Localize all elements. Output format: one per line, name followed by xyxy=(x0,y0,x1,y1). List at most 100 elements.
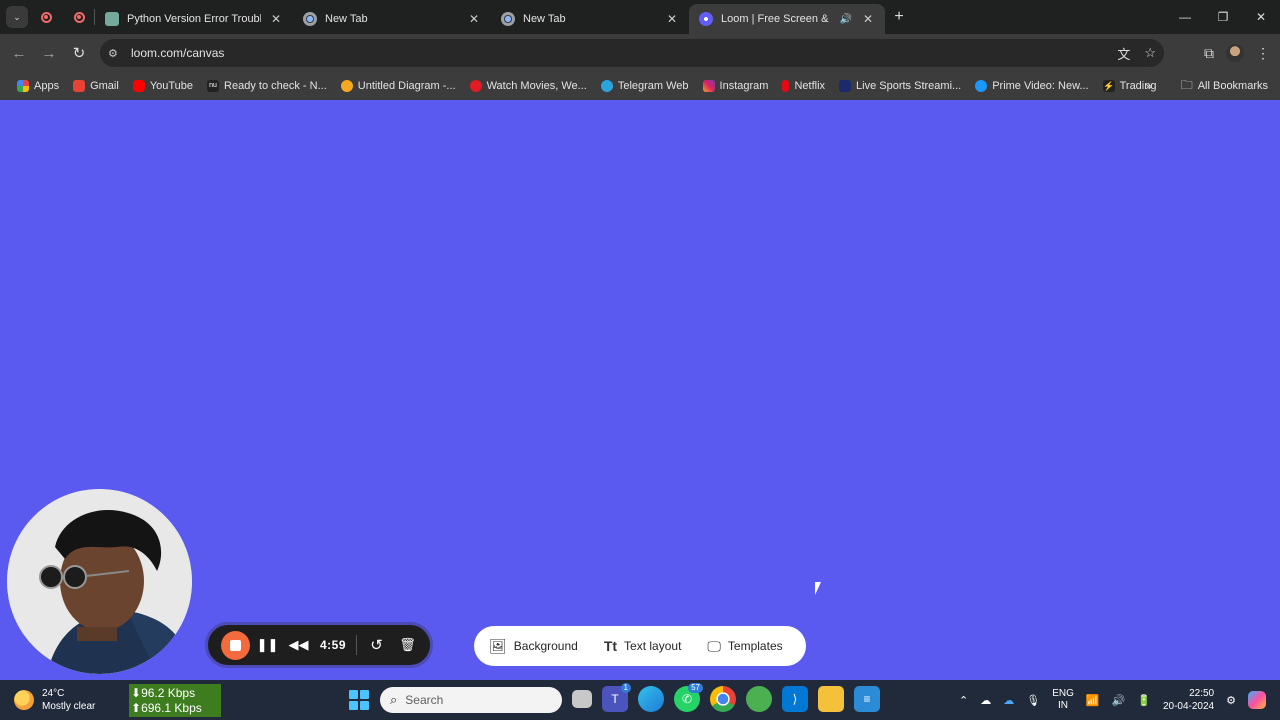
menu-icon[interactable]: ⋮ xyxy=(1256,45,1270,62)
onedrive-icon[interactable]: ☁ xyxy=(1003,694,1014,707)
pause-button[interactable]: ❚❚ xyxy=(252,637,283,653)
close-icon[interactable]: ✕ xyxy=(861,12,875,26)
close-window-button[interactable]: ✕ xyxy=(1242,0,1280,34)
clock[interactable]: 22:50 20-04-2024 xyxy=(1163,687,1214,713)
tab-title: New Tab xyxy=(325,13,368,25)
bookmark-prime-video[interactable]: Prime Video: New... xyxy=(968,80,1095,92)
url-text: loom.com/canvas xyxy=(131,46,225,60)
bookmark-label: Apps xyxy=(34,80,60,92)
taskbar-search[interactable]: ⌕ Search xyxy=(380,687,562,713)
settings-gear-icon[interactable]: ⚙ xyxy=(1226,694,1236,707)
show-hidden-icons-chevron-icon[interactable]: ⌃ xyxy=(959,694,968,707)
download-speed: 96.2 Kbps xyxy=(141,686,196,700)
bookmark-label: Prime Video: New... xyxy=(992,80,1089,92)
address-bar[interactable]: ⚙ loom.com/canvas 文 ☆ xyxy=(100,39,1164,67)
tab-search-button[interactable]: ⌄ xyxy=(6,6,28,28)
bookmark-apps[interactable]: Apps xyxy=(10,80,66,92)
more-bookmarks-chevron-icon[interactable]: » xyxy=(1138,79,1160,93)
battery-icon[interactable]: 🔋 xyxy=(1137,694,1151,707)
bookmark-netflix[interactable]: Netflix xyxy=(775,80,832,92)
notepad-icon[interactable]: ≡ xyxy=(854,686,880,712)
controls-divider xyxy=(356,635,358,655)
whatsapp-icon[interactable]: ✆ 57 xyxy=(674,683,703,712)
bookmark-watch-movies[interactable]: Watch Movies, We... xyxy=(463,80,594,92)
task-view-icon[interactable] xyxy=(572,690,592,708)
windows-start-icon[interactable] xyxy=(349,690,369,710)
restore-button[interactable]: ❐ xyxy=(1204,0,1242,34)
stop-recording-button[interactable] xyxy=(221,630,250,660)
chrome-taskbar-icon[interactable] xyxy=(710,686,736,712)
bookmark-youtube[interactable]: YouTube xyxy=(126,80,200,92)
close-icon[interactable]: ✕ xyxy=(665,12,679,26)
camera-bubble[interactable] xyxy=(7,489,192,674)
all-bookmarks-button[interactable]: 🗀 All Bookmarks xyxy=(1174,76,1280,97)
tab-new-tab-2[interactable]: New Tab ✕ xyxy=(491,4,689,34)
site-info-icon[interactable]: ⚙ xyxy=(108,47,122,60)
extensions-icon[interactable]: ⧉ xyxy=(1204,45,1214,62)
bookmark-label: Watch Movies, We... xyxy=(486,80,587,92)
text-layout-option[interactable]: Tt Text layout xyxy=(604,638,682,654)
volume-icon[interactable]: 🔊 xyxy=(1112,694,1126,707)
speaker-icon[interactable]: 🔊 xyxy=(839,14,853,25)
pinned-tab-recording-2[interactable] xyxy=(64,0,94,34)
record-icon xyxy=(40,11,52,23)
new-tab-button[interactable]: + xyxy=(885,8,913,26)
weather-temp: 24°C xyxy=(42,688,65,699)
delete-button[interactable]: 🗑 xyxy=(392,637,423,653)
profile-avatar[interactable] xyxy=(1226,44,1244,62)
monitor-icon: 🖵 xyxy=(707,637,721,654)
chrome-icon xyxy=(501,12,515,26)
file-explorer-icon[interactable] xyxy=(818,686,844,712)
bookmark-untitled-diagram[interactable]: Untitled Diagram -... xyxy=(334,80,463,92)
reload-button[interactable]: ↻ xyxy=(64,38,94,68)
tab-loom[interactable]: Loom | Free Screen & Video 🔊 ✕ xyxy=(689,4,885,34)
forward-button[interactable]: → xyxy=(34,38,64,68)
close-icon[interactable]: ✕ xyxy=(467,12,481,26)
image-icon: 🖼 xyxy=(489,637,507,654)
cloud-icon[interactable]: ☁ xyxy=(980,694,991,707)
tab-title: New Tab xyxy=(523,13,566,25)
close-icon[interactable]: ✕ xyxy=(269,12,283,26)
teams-icon[interactable]: T1 xyxy=(602,683,631,712)
copilot-icon[interactable] xyxy=(1248,691,1266,709)
bookmark-label: Ready to check - N... xyxy=(224,80,327,92)
apps-grid-icon xyxy=(17,80,29,92)
loom-canvas[interactable] xyxy=(0,100,1280,680)
bookmark-ready-to-check[interactable]: nu Ready to check - N... xyxy=(200,80,334,92)
bookmark-live-sports[interactable]: Live Sports Streami... xyxy=(832,80,968,92)
tab-new-tab-1[interactable]: New Tab ✕ xyxy=(293,4,491,34)
recording-controls: ❚❚ ◀◀ 4:59 ↺ 🗑 xyxy=(205,622,433,668)
text-size-icon: Tt xyxy=(603,638,618,654)
bookmark-label: YouTube xyxy=(149,80,194,92)
bookmark-instagram[interactable]: Instagram xyxy=(696,80,776,92)
instagram-icon xyxy=(702,80,715,92)
language-indicator[interactable]: ENG IN xyxy=(1052,688,1074,712)
pinned-tab-recording-1[interactable] xyxy=(28,0,64,34)
chrome-icon xyxy=(303,12,317,26)
tab-python-error[interactable]: Python Version Error Troublesh ✕ xyxy=(95,4,293,34)
translate-icon[interactable]: 文 xyxy=(1117,44,1130,63)
recording-timer: 4:59 xyxy=(320,638,347,652)
minimize-button[interactable]: — xyxy=(1166,0,1204,34)
toolbar-right-actions: ⧉ ⋮ xyxy=(1204,34,1280,72)
templates-option[interactable]: 🖵 Templates xyxy=(707,638,782,655)
wifi-icon[interactable]: 📶 xyxy=(1086,694,1100,707)
back-button[interactable]: ← xyxy=(4,38,34,68)
bookmark-label: Gmail xyxy=(90,80,119,92)
weather-widget[interactable]: 24°C Mostly clear xyxy=(14,680,95,720)
spring-tool-icon[interactable] xyxy=(746,686,772,712)
bookmark-gmail[interactable]: Gmail xyxy=(66,80,126,92)
telegram-icon xyxy=(600,80,613,92)
rewind-button[interactable]: ◀◀ xyxy=(283,637,314,653)
bookmark-telegram[interactable]: Telegram Web xyxy=(594,80,696,92)
webcam-person-image xyxy=(7,489,192,674)
clock-time: 22:50 xyxy=(1189,688,1215,699)
chevron-down-icon: ⌄ xyxy=(13,11,21,22)
bookmark-star-icon[interactable]: ☆ xyxy=(1144,45,1156,61)
microphone-icon[interactable]: 🎙 xyxy=(1026,694,1040,707)
background-option[interactable]: 🖼 Background xyxy=(489,638,578,655)
vscode-icon[interactable]: ⟩ xyxy=(782,686,808,712)
edge-icon[interactable] xyxy=(638,686,664,712)
bookmark-label: All Bookmarks xyxy=(1197,80,1268,92)
restart-button[interactable]: ↺ xyxy=(361,636,392,654)
